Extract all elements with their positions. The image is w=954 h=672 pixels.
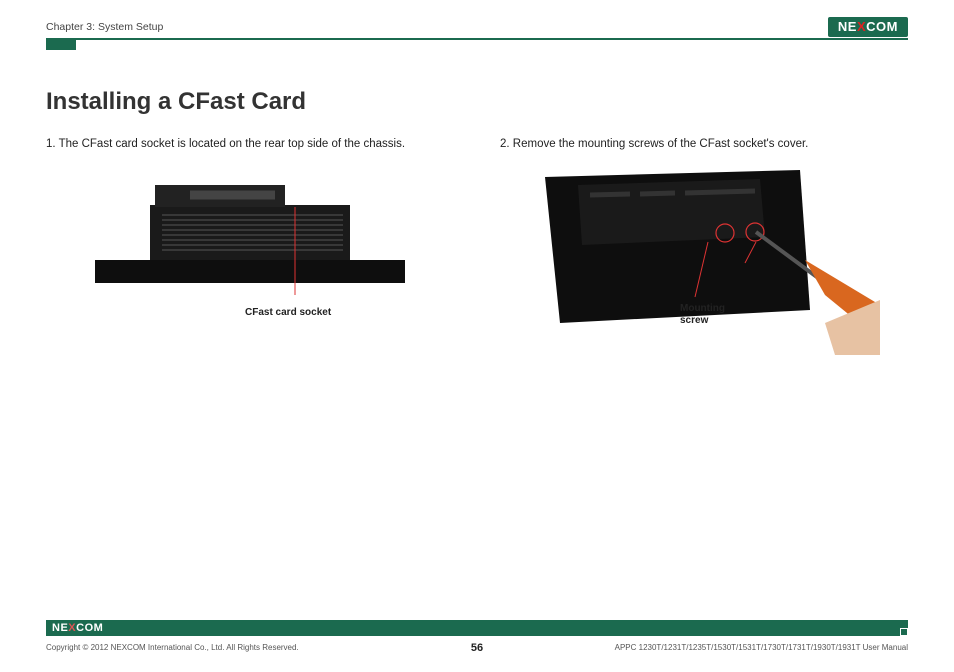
brand-pre: NE — [838, 19, 857, 34]
manual-name: APPC 1230T/1231T/1235T/1530T/1531T/1730T… — [615, 643, 908, 652]
page-number: 56 — [471, 642, 483, 654]
chapter-label: Chapter 3: System Setup — [46, 21, 163, 36]
step-2-text: 2. Remove the mounting screws of the CFa… — [500, 138, 900, 150]
figure-1-caption: CFast card socket — [245, 307, 331, 318]
brand-logo-top: NEXCOM — [828, 17, 908, 37]
footer-text-row: Copyright © 2012 NEXCOM International Co… — [46, 643, 908, 652]
header-accent-block — [46, 38, 76, 50]
page-header: Chapter 3: System Setup NEXCOM — [46, 18, 908, 40]
brand-post: COM — [866, 19, 898, 34]
figure-2-caption: Mounting screw — [680, 303, 725, 327]
brand-logo-bottom: NEXCOM — [52, 622, 103, 634]
footer-bar: NEXCOM — [46, 620, 908, 636]
caption-2-line1: Mounting — [680, 303, 725, 314]
footer-accent-square — [900, 628, 908, 636]
caption-2-line2: screw — [680, 315, 708, 326]
brand-x: X — [857, 19, 866, 34]
copyright-text: Copyright © 2012 NEXCOM International Co… — [46, 643, 299, 652]
figure-1-device-side — [95, 175, 405, 295]
page-title: Installing a CFast Card — [46, 88, 306, 116]
step-1-text: 1. The CFast card socket is located on t… — [46, 138, 466, 150]
